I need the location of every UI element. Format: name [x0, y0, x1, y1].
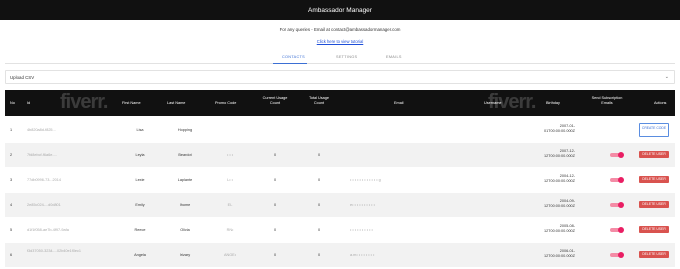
cell-id: 4b820a8d-f825... [27, 128, 56, 132]
cell-no: 5 [10, 228, 13, 232]
contact-text: For any queries - Email at contact@ambas… [279, 27, 401, 32]
cell-id: 77db0996-73...2014 [27, 178, 61, 182]
cell-promo-code: ANGE• [223, 253, 237, 257]
delete-user-button[interactable]: DELETE USER [639, 251, 669, 258]
tutorial-link[interactable]: Click here to view tutorial [0, 39, 680, 44]
cell-first-name: Lisa [136, 128, 144, 132]
subscription-toggle[interactable] [610, 177, 624, 183]
cell-birthday: 2004-12-12T00:00:00.000Z [543, 174, 575, 183]
header-promo-code: Promo Code [215, 101, 237, 105]
tab-contacts[interactable]: CONTACTS [282, 55, 305, 59]
cell-birthday: 2006-01-12T00:00:00.000Z [543, 249, 575, 258]
cell-current-usage: 0 [273, 153, 277, 157]
table-row: 1 4b820a8d-f825... Lisa Hopping 2007-01-… [5, 118, 675, 142]
cell-no: 4 [10, 203, 13, 207]
tab-active-indicator [273, 63, 307, 64]
header-send-subscription: Send Subscription Emails [591, 96, 623, 105]
cell-no: 6 [10, 253, 13, 257]
cell-total-usage: 0 [317, 203, 321, 207]
table-header: fiverr. fiverr. No Id First Name Last Na… [5, 90, 675, 116]
cell-first-name: Emily [135, 203, 145, 207]
app-title: Ambassador Manager [308, 6, 372, 14]
create-code-button[interactable]: CREATE CODE [639, 123, 669, 137]
header-email: Email [394, 101, 404, 105]
upload-csv-label: Upload CSV [10, 75, 35, 80]
delete-user-button[interactable]: DELETE USER [639, 201, 669, 208]
cell-first-name: Leyla [135, 153, 145, 157]
header-last-name: Last Name [167, 101, 186, 105]
cell-current-usage: 0 [273, 178, 277, 182]
cell-last-name: Beardot [178, 153, 192, 157]
header-username: Username [484, 101, 502, 105]
cell-birthday: 2007-01-01T00:00:00.000Z [543, 124, 575, 133]
cell-email: e• • • • • • • • • • [350, 203, 375, 207]
cell-id: f3d37050-3234-...02b40e1f0ec1 [27, 249, 82, 253]
tab-emails[interactable]: EMAILS [386, 55, 402, 59]
header-total-usage: Total Usage Count [308, 96, 330, 105]
table-row: 4 2e85c024-...d0d801 Emily Ihome EL 0 0 … [5, 193, 675, 217]
cell-last-name: Ihome [179, 203, 191, 207]
cell-last-name: Olivia [180, 228, 190, 232]
cell-promo-code: • • • [226, 153, 234, 157]
header-birthday: Birthday [546, 101, 560, 105]
header-actions: Actions [654, 101, 667, 105]
cell-total-usage: 0 [317, 228, 321, 232]
table-row: 6 f3d37050-3234-...02b40e1f0ec1 Angela I… [5, 243, 675, 267]
header-no: No [10, 101, 15, 105]
cell-promo-code: RN• [226, 228, 234, 232]
subscription-toggle[interactable] [610, 227, 624, 233]
cell-id: 7fd8ebcf-f6a6e-... [27, 153, 57, 157]
chevron-down-icon[interactable]: ⌄ [665, 74, 669, 80]
cell-email: a.m• • • • • • • • [350, 253, 375, 257]
table-row: 5 d1f1f058-ae7b-4f97-9afa Reece Olivia R… [5, 218, 675, 242]
tab-bar: CONTACTS SETTINGS EMAILS [5, 52, 675, 64]
watermark: fiverr. [60, 91, 108, 113]
cell-birthday: 2004-09-12T00:00:00.000Z [543, 199, 575, 208]
header-first-name: First Name [122, 101, 141, 105]
cell-birthday: 2005-08-12T00:00:00.000Z [543, 224, 575, 233]
cell-id: 2e85c024-...d0d801 [27, 203, 61, 207]
delete-user-button[interactable]: DELETE USER [639, 151, 669, 158]
cell-last-name: Laplante [177, 178, 193, 182]
cell-first-name: Lexie [135, 178, 145, 182]
cell-email: • • • • • • • • • • • • g [350, 178, 381, 182]
cell-no: 2 [10, 153, 13, 157]
cell-last-name: Irizary [179, 253, 191, 257]
cell-total-usage: 0 [317, 153, 321, 157]
cell-email: • • • • • • • • • • [350, 228, 373, 232]
cell-total-usage: 0 [317, 178, 321, 182]
subscription-toggle[interactable] [610, 202, 624, 208]
table-row: 3 77db0996-73...2014 Lexie Laplante L• •… [5, 168, 675, 192]
cell-promo-code: L• • [227, 178, 233, 182]
cell-first-name: Angela [134, 253, 146, 257]
header-current-usage: Current Usage Count [262, 96, 288, 105]
cell-current-usage: 0 [273, 253, 277, 257]
tab-settings[interactable]: SETTINGS [336, 55, 357, 59]
upload-csv-select[interactable]: Upload CSV ⌄ [5, 70, 675, 84]
cell-current-usage: 0 [273, 203, 277, 207]
app-bar: Ambassador Manager [0, 0, 680, 20]
header-id: Id [27, 101, 31, 105]
cell-first-name: Reece [134, 228, 146, 232]
delete-user-button[interactable]: DELETE USER [639, 176, 669, 183]
table-row: 2 7fd8ebcf-f6a6e-... Leyla Beardot • • •… [5, 143, 675, 167]
cell-no: 3 [10, 178, 13, 182]
cell-promo-code: EL [227, 203, 233, 207]
delete-user-button[interactable]: DELETE USER [639, 226, 669, 233]
cell-last-name: Hopping [177, 128, 193, 132]
cell-id: d1f1f058-ae7b-4f97-9afa [27, 228, 69, 232]
cell-total-usage: 0 [317, 253, 321, 257]
subscription-toggle[interactable] [610, 152, 624, 158]
subscription-toggle[interactable] [610, 252, 624, 258]
cell-current-usage: 0 [273, 228, 277, 232]
cell-birthday: 2007-12-12T00:00:00.000Z [543, 149, 575, 158]
cell-no: 1 [10, 128, 13, 132]
